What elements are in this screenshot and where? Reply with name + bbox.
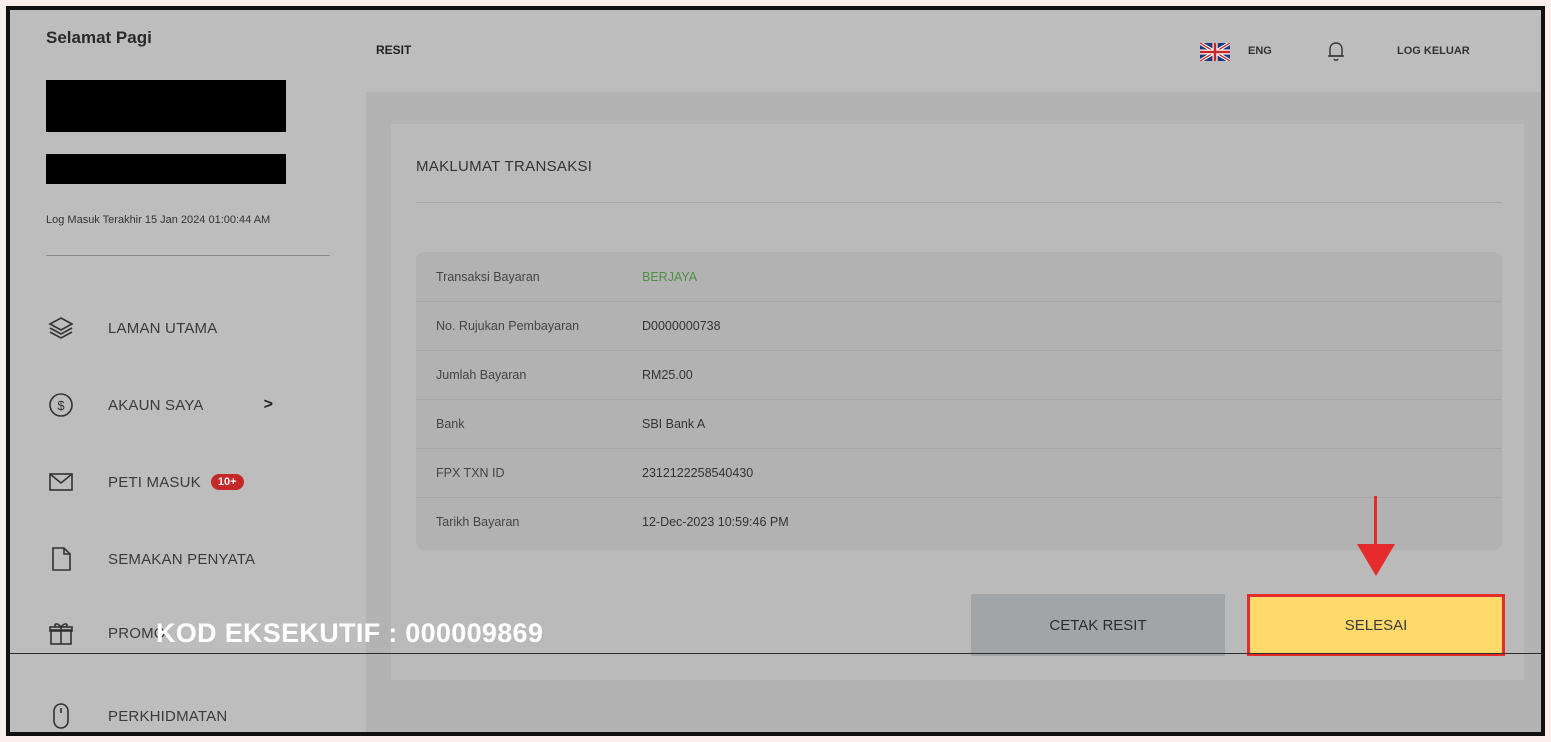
sidebar-item-label: SEMAKAN PENYATA xyxy=(108,550,256,568)
detail-row-amount: Jumlah Bayaran RM25.00 xyxy=(416,350,1502,400)
mail-icon xyxy=(46,467,76,497)
detail-row-status: Transaksi Bayaran BERJAYA xyxy=(416,252,1502,302)
gift-icon xyxy=(46,618,76,648)
detail-label: Tarikh Bayaran xyxy=(436,514,520,529)
detail-value: RM25.00 xyxy=(642,367,693,382)
detail-label: Bank xyxy=(436,416,465,431)
greeting-text: Selamat Pagi xyxy=(46,28,152,47)
sidebar-item-akaun-saya[interactable]: $ AKAUN SAYA > xyxy=(46,385,346,425)
done-button[interactable]: SELESAI xyxy=(1247,594,1505,656)
top-bar: RESIT ENG LOG KELUAR xyxy=(366,10,1541,92)
transaction-card: MAKLUMAT TRANSAKSI Transaksi Bayaran BER… xyxy=(391,124,1524,680)
sidebar-item-laman-utama[interactable]: LAMAN UTAMA xyxy=(46,308,346,348)
language-selector[interactable]: ENG xyxy=(1248,45,1272,57)
detail-value: SBI Bank A xyxy=(642,416,706,431)
sidebar-divider xyxy=(46,255,330,256)
detail-value: 2312122258540430 xyxy=(642,465,754,480)
transaction-details-panel: Transaksi Bayaran BERJAYA No. Rujukan Pe… xyxy=(416,252,1502,550)
sidebar-item-label: LAMAN UTAMA xyxy=(108,319,218,337)
print-receipt-button[interactable]: CETAK RESIT xyxy=(971,594,1225,656)
detail-row-fpx-id: FPX TXN ID 2312122258540430 xyxy=(416,448,1502,498)
detail-row-bank: Bank SBI Bank A xyxy=(416,399,1502,449)
page-title: RESIT xyxy=(376,43,412,57)
last-login-text: Log Masuk Terakhir 15 Jan 2024 01:00:44 … xyxy=(46,214,271,226)
bell-icon[interactable] xyxy=(1326,40,1346,62)
sidebar-item-semakan-penyata[interactable]: SEMAKAN PENYATA xyxy=(46,539,346,579)
app-frame: Selamat Pagi Log Masuk Terakhir 15 Jan 2… xyxy=(6,6,1545,736)
redacted-account-block xyxy=(46,154,286,184)
annotation-arrow-head xyxy=(1357,544,1395,576)
card-title: MAKLUMAT TRANSAKSI xyxy=(416,158,593,175)
sidebar-item-label: PETI MASUK xyxy=(108,473,201,491)
logout-link[interactable]: LOG KELUAR xyxy=(1397,45,1470,57)
overlay-rule xyxy=(10,653,1541,654)
svg-text:$: $ xyxy=(57,398,65,413)
detail-label: No. Rujukan Pembayaran xyxy=(436,318,580,333)
detail-label: FPX TXN ID xyxy=(436,465,505,480)
sidebar-item-label: AKAUN SAYA xyxy=(108,396,204,414)
dollar-circle-icon: $ xyxy=(46,390,76,420)
card-divider xyxy=(416,202,1502,203)
layers-icon xyxy=(46,313,76,343)
detail-value: 12-Dec-2023 10:59:46 PM xyxy=(642,514,789,529)
executive-code-watermark: KOD EKSEKUTIF : 000009869 xyxy=(156,618,544,648)
detail-value: D0000000738 xyxy=(642,318,721,333)
mouse-icon xyxy=(46,701,76,731)
sidebar-item-label: PERKHIDMATAN xyxy=(108,707,228,725)
uk-flag-icon[interactable] xyxy=(1199,41,1231,63)
sidebar-item-peti-masuk[interactable]: PETI MASUK 10+ xyxy=(46,462,346,502)
document-icon xyxy=(46,544,76,574)
detail-row-date: Tarikh Bayaran 12-Dec-2023 10:59:46 PM xyxy=(416,497,1502,546)
redacted-name-block xyxy=(46,80,286,132)
sidebar-item-perkhidmatan[interactable]: PERKHIDMATAN xyxy=(46,696,346,732)
detail-value-status: BERJAYA xyxy=(642,269,698,284)
chevron-right-icon: > xyxy=(263,396,273,413)
detail-label: Jumlah Bayaran xyxy=(436,367,527,382)
detail-row-reference: No. Rujukan Pembayaran D0000000738 xyxy=(416,301,1502,351)
detail-label: Transaksi Bayaran xyxy=(436,269,540,284)
unread-count-badge: 10+ xyxy=(210,474,244,490)
